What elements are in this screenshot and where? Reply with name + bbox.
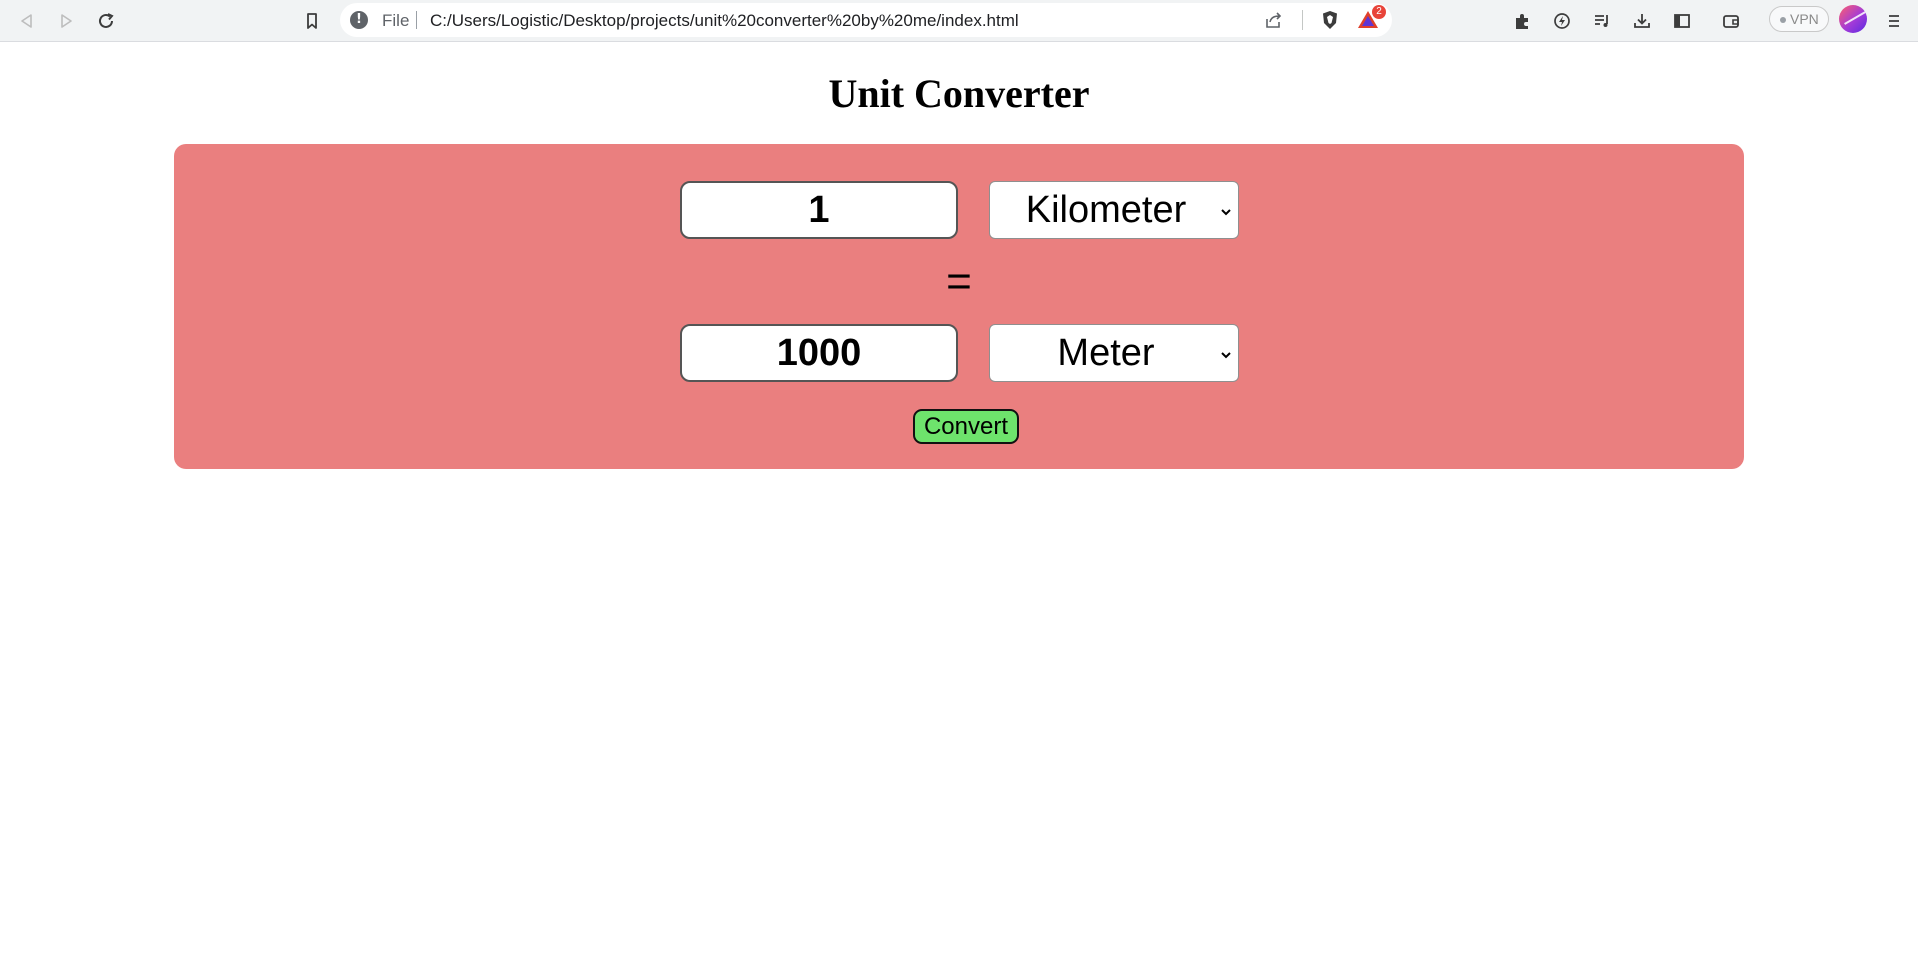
avatar[interactable] <box>1839 5 1867 33</box>
from-value-input[interactable] <box>680 181 958 239</box>
chevron-down-icon <box>1220 204 1232 222</box>
to-unit-value: Meter <box>1057 332 1155 374</box>
leo-icon[interactable] <box>1550 9 1574 33</box>
back-icon[interactable] <box>15 9 39 33</box>
converter-card: Kilometer = Meter Convert <box>174 144 1744 469</box>
url-text[interactable]: C:/Users/Logistic/Desktop/projects/unit%… <box>430 11 1019 31</box>
bookmark-icon[interactable] <box>300 9 324 33</box>
share-icon[interactable] <box>1262 8 1286 32</box>
downloads-icon[interactable] <box>1630 9 1654 33</box>
browser-toolbar: ! File C:/Users/Logistic/Desktop/project… <box>0 0 1918 42</box>
reload-icon[interactable] <box>94 9 118 33</box>
address-bar[interactable]: ! File C:/Users/Logistic/Desktop/project… <box>340 3 1392 37</box>
from-unit-select[interactable]: Kilometer <box>989 181 1239 239</box>
convert-button[interactable]: Convert <box>913 409 1019 444</box>
page-title: Unit Converter <box>828 71 1090 116</box>
url-scheme: File <box>382 11 410 30</box>
to-value-input[interactable] <box>680 324 958 382</box>
vpn-label: VPN <box>1790 11 1819 27</box>
forward-icon[interactable] <box>54 9 78 33</box>
to-unit-select[interactable]: Meter <box>989 324 1239 382</box>
menu-icon[interactable] <box>1882 9 1906 33</box>
vpn-button[interactable]: VPN <box>1769 6 1829 32</box>
url-divider <box>1302 10 1303 30</box>
url-separator <box>416 11 417 29</box>
rewards-badge: 2 <box>1372 5 1386 19</box>
equals-sign: = <box>946 257 972 306</box>
wallet-icon[interactable] <box>1719 9 1743 33</box>
brave-shield-icon[interactable] <box>1318 8 1342 32</box>
from-unit-value: Kilometer <box>1025 189 1187 231</box>
playlist-icon[interactable] <box>1590 9 1614 33</box>
vpn-status-icon <box>1780 17 1786 23</box>
sidebar-icon[interactable] <box>1670 9 1694 33</box>
chevron-down-icon <box>1220 347 1232 365</box>
extensions-icon[interactable] <box>1510 9 1534 33</box>
info-icon[interactable]: ! <box>350 11 368 29</box>
